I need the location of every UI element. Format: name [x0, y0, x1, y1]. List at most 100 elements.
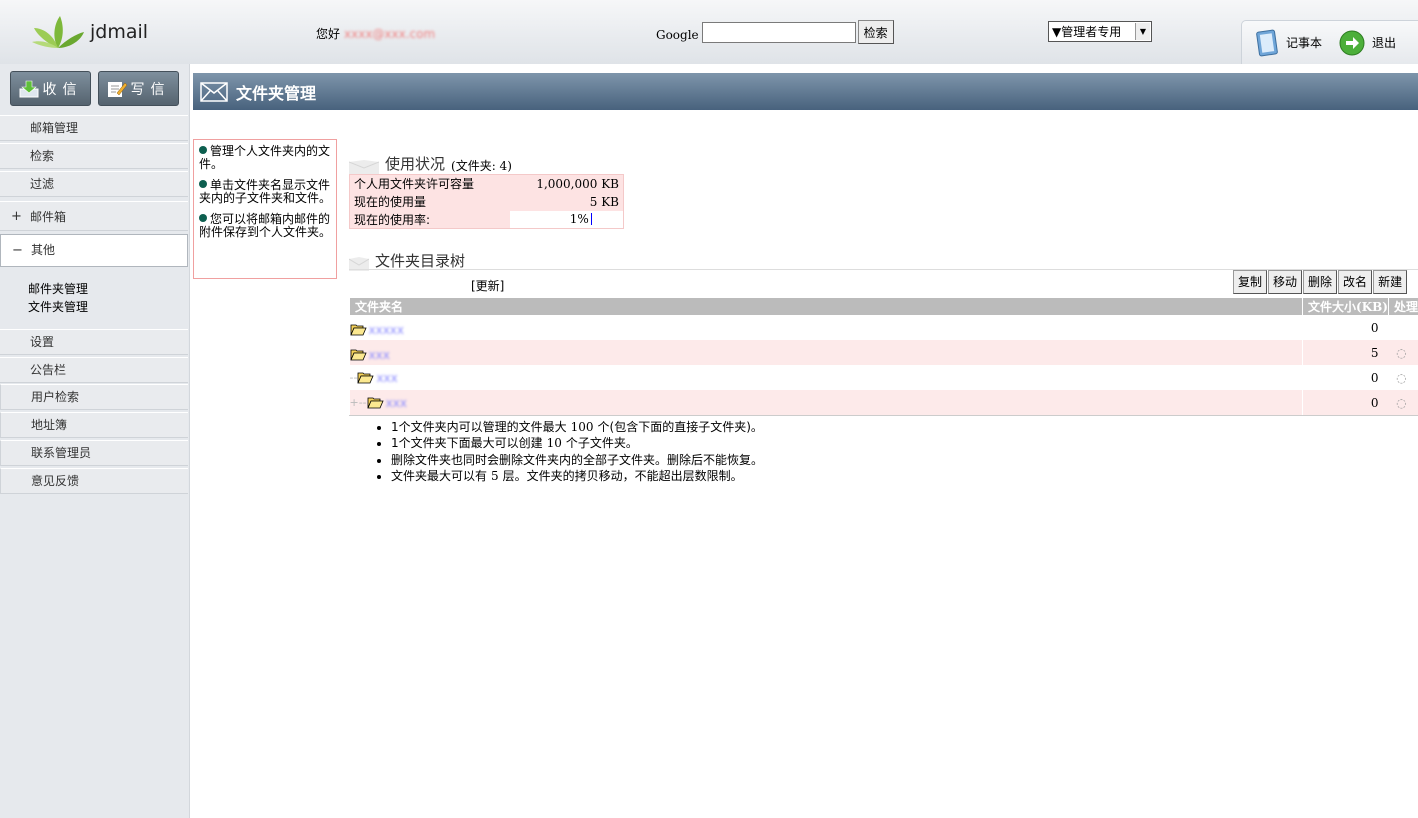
nav-mailbox[interactable]: + 邮件箱	[0, 201, 188, 231]
nav-label: 地址簿	[31, 418, 68, 432]
col-action-header: 处理	[1387, 298, 1418, 315]
folder-size: 0	[1302, 365, 1389, 390]
nav-filter[interactable]: 过滤	[0, 171, 188, 197]
nav-bulletin[interactable]: 公告栏	[0, 357, 188, 383]
notepad-button[interactable]: 记事本	[1254, 28, 1322, 58]
table-row[interactable]: -- xxx 0 ◌	[350, 365, 1418, 390]
bullet-icon	[199, 214, 207, 222]
col-size-header: 文件大小(KB)	[1302, 298, 1389, 315]
divider	[349, 415, 1418, 416]
folder-name-link[interactable]: xxx	[369, 348, 390, 362]
usage-table: 个人用文件夹许可容量 1,000,000 KB 现在的使用量 5 KB 现在的使…	[349, 174, 624, 229]
nav-search[interactable]: 检索	[0, 143, 188, 169]
usage-bar	[590, 213, 592, 226]
nav-label: 设置	[30, 335, 55, 349]
folder-action-cell[interactable]: ◌	[1388, 390, 1418, 415]
envelope-icon	[349, 160, 379, 174]
notes-list: 1个文件夹内可以管理的文件最大100个(包含下面的直接子文件夹)。 1个文件夹下…	[375, 419, 763, 484]
folder-action-cell[interactable]: ◌	[1388, 340, 1418, 365]
help-item: 管理个人文件夹内的文件。	[199, 144, 331, 171]
subnav-mail-folder-management[interactable]: 邮件夹管理	[28, 280, 88, 297]
folder-table: 文件夹名 文件大小(KB) 处理 xxxxx 0 xxx 5 ◌ -- xxx …	[348, 298, 1418, 415]
page-title: 文件夹管理	[236, 83, 317, 103]
folder-size: 5	[1302, 340, 1389, 365]
compose-mail-button[interactable]: 写信	[98, 71, 179, 106]
bullet-icon	[199, 146, 207, 154]
logo-text: jdmail	[90, 21, 149, 43]
folder-open-icon	[357, 372, 375, 384]
chevron-down-icon: ▼	[1135, 23, 1150, 40]
inbox-download-icon	[19, 80, 38, 97]
nav-contact-admin[interactable]: 联系管理员	[0, 440, 188, 466]
help-item: 单击文件夹名显示文件夹内的子文件夹和文件。	[199, 178, 332, 205]
notepad-label: 记事本	[1286, 36, 1323, 50]
usage-label: 现在的使用率:	[349, 210, 510, 229]
google-label: Google	[656, 28, 699, 42]
nav-label: 公告栏	[30, 363, 67, 377]
nav-label: 检索	[30, 149, 55, 163]
table-row[interactable]: +-- xxx 0 ◌	[349, 390, 1418, 415]
nav-feedback[interactable]: 意见反馈	[0, 468, 188, 494]
nav-label: 用户检索	[31, 390, 80, 404]
google-search-input[interactable]	[701, 21, 856, 43]
folder-open-icon	[367, 397, 384, 409]
folder-action-cell[interactable]: ◌	[1388, 365, 1418, 390]
table-row[interactable]: xxxxx 0	[349, 315, 1418, 340]
receive-label: 收信	[42, 81, 83, 98]
search-button[interactable]: 检索	[857, 20, 894, 44]
admin-select[interactable]: ▼管理者专用 ▼	[1048, 21, 1152, 42]
refresh-link[interactable]: [更新]	[471, 277, 504, 294]
usage-value: 1%	[569, 212, 589, 227]
note-item: 1个文件夹下面最大可以创建10个子文件夹。	[391, 435, 763, 451]
help-box: 管理个人文件夹内的文件。 单击文件夹名显示文件夹内的子文件夹和文件。 您可以将邮…	[193, 139, 337, 279]
note-item: 1个文件夹内可以管理的文件最大100个(包含下面的直接子文件夹)。	[391, 419, 763, 435]
usage-rate-cell: 1%	[509, 210, 624, 229]
folder-name-link[interactable]: xxxxx	[369, 323, 405, 337]
new-folder-button[interactable]: 新建	[1373, 270, 1408, 294]
usage-value: 5 KB	[509, 192, 624, 211]
greeting: 您好 xxxx@xxx.com	[316, 25, 435, 42]
nav-label: 联系管理员	[31, 446, 92, 460]
delete-button[interactable]: 删除	[1303, 270, 1338, 294]
nav-mailbox-management[interactable]: 邮箱管理	[0, 115, 188, 141]
table-header: 文件夹名 文件大小(KB) 处理	[348, 298, 1418, 315]
folder-open-icon	[349, 324, 367, 336]
tree-title: 文件夹目录树	[375, 252, 466, 270]
folder-open-icon	[349, 349, 367, 361]
sidebar: 收信 写信 邮箱管理 检索 过滤 + 邮件箱 − 其他 邮件夹管理 文件夹管理 …	[0, 64, 190, 818]
nav-label: 过滤	[30, 177, 55, 191]
usage-title: 使用状况	[385, 155, 446, 173]
nav-label: 邮件箱	[30, 210, 67, 224]
compose-label: 写信	[130, 81, 171, 98]
folder-action-cell	[1388, 315, 1418, 340]
nav-label: 其他	[31, 243, 56, 257]
notepad-icon	[1256, 29, 1278, 56]
usage-label: 个人用文件夹许可容量	[349, 174, 510, 193]
logout-button[interactable]: 退出	[1338, 29, 1396, 57]
col-name-header: 文件夹名	[348, 298, 1303, 315]
receive-mail-button[interactable]: 收信	[10, 71, 91, 106]
folder-name-link[interactable]: xxx	[386, 396, 407, 410]
usage-row: 现在的使用量 5 KB	[349, 192, 624, 211]
nav-settings[interactable]: 设置	[0, 329, 188, 355]
rename-button[interactable]: 改名	[1338, 270, 1373, 294]
nav-label: 意见反馈	[31, 474, 80, 488]
folder-size: 0	[1302, 390, 1389, 415]
bullet-icon	[199, 180, 207, 188]
greeting-label: 您好	[316, 27, 341, 41]
folder-size: 0	[1302, 315, 1389, 340]
nav-address-book[interactable]: 地址簿	[0, 412, 188, 438]
subnav-file-folder-management[interactable]: 文件夹管理	[28, 298, 88, 315]
folder-name-link[interactable]: xxx	[376, 371, 397, 385]
note-item: 删除文件夹也同时会删除文件夹内的全部子文件夹。删除后不能恢复。	[391, 452, 763, 468]
usage-folder-count: (文件夹: 4)	[451, 159, 512, 173]
copy-button[interactable]: 复制	[1233, 270, 1268, 294]
logout-label: 退出	[1372, 36, 1397, 50]
logo[interactable]: jdmail	[30, 14, 148, 50]
expand-icon: +	[11, 209, 22, 224]
table-row[interactable]: xxx 5 ◌	[349, 340, 1418, 365]
nav-other[interactable]: − 其他	[0, 234, 188, 267]
move-button[interactable]: 移动	[1268, 270, 1303, 294]
nav-user-search[interactable]: 用户检索	[0, 384, 188, 410]
note-item: 文件夹最大可以有5层。文件夹的拷贝移动，不能超出层数限制。	[391, 468, 763, 484]
